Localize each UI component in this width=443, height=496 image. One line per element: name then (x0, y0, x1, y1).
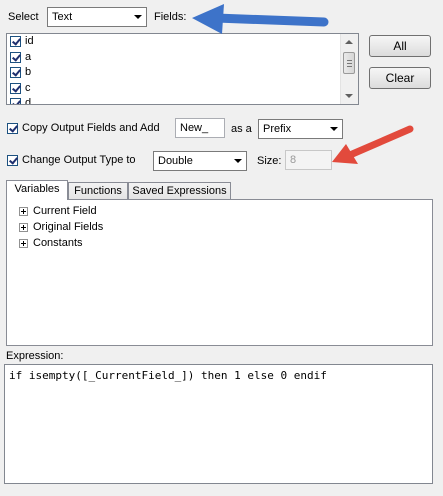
type-dropdown-value: Double (158, 155, 193, 167)
fields-label: Fields: (154, 11, 187, 23)
field-checkbox[interactable] (10, 36, 21, 47)
expand-icon[interactable] (19, 207, 28, 216)
expression-editor[interactable]: if isempty([_CurrentField_]) then 1 else… (4, 364, 433, 484)
tree-item-label: Current Field (33, 205, 97, 217)
change-type-label: Change Output Type to (22, 154, 136, 166)
field-label: c (25, 81, 31, 94)
clear-button[interactable]: Clear (369, 67, 431, 89)
field-label: a (25, 50, 32, 63)
tree-item-label: Constants (33, 237, 83, 249)
fields-scrollbar[interactable] (340, 34, 358, 104)
blue-arrow-icon (192, 4, 329, 34)
field-checkbox[interactable] (10, 82, 21, 94)
red-arrow-icon (332, 125, 414, 164)
expand-icon[interactable] (19, 239, 28, 248)
chevron-down-icon (234, 159, 242, 163)
field-label: id (25, 35, 34, 47)
field-checkbox[interactable] (10, 67, 21, 78)
chevron-down-icon (134, 15, 142, 19)
field-checkbox[interactable] (10, 98, 21, 104)
list-item[interactable]: c (7, 81, 358, 97)
expression-label: Expression: (6, 350, 64, 362)
tab-saved-expressions[interactable]: Saved Expressions (128, 182, 231, 200)
select-dropdown[interactable]: Text (47, 7, 147, 27)
expand-icon[interactable] (19, 223, 28, 232)
change-type-checkbox[interactable] (7, 155, 18, 166)
tree-item-label: Original Fields (33, 221, 104, 233)
scroll-thumb[interactable] (343, 52, 355, 74)
select-label: Select (8, 11, 39, 23)
fields-list[interactable]: id a b c d (6, 33, 359, 105)
copy-output-label: Copy Output Fields and Add (22, 122, 160, 134)
prefix-input[interactable]: New_ (175, 118, 225, 138)
size-input[interactable]: 8 (285, 150, 332, 170)
list-item[interactable]: a (7, 50, 358, 66)
field-label: b (25, 66, 32, 78)
scroll-down-icon[interactable] (345, 94, 353, 98)
size-label: Size: (257, 155, 282, 167)
tab-variables[interactable]: Variables (6, 180, 68, 200)
select-dropdown-value: Text (52, 11, 73, 23)
copy-output-checkbox[interactable] (7, 123, 18, 134)
position-dropdown-value: Prefix (263, 123, 292, 135)
list-item[interactable]: b (7, 65, 358, 81)
tab-functions[interactable]: Functions (68, 182, 128, 200)
scroll-up-icon[interactable] (345, 40, 353, 44)
variables-panel: Current Field Original Fields Constants (6, 199, 433, 346)
field-checkbox[interactable] (10, 51, 21, 63)
type-dropdown[interactable]: Double (153, 151, 247, 171)
field-label: d (25, 97, 32, 105)
as-a-label: as a (231, 123, 252, 135)
all-button[interactable]: All (369, 35, 431, 57)
list-item[interactable]: d (7, 96, 358, 105)
